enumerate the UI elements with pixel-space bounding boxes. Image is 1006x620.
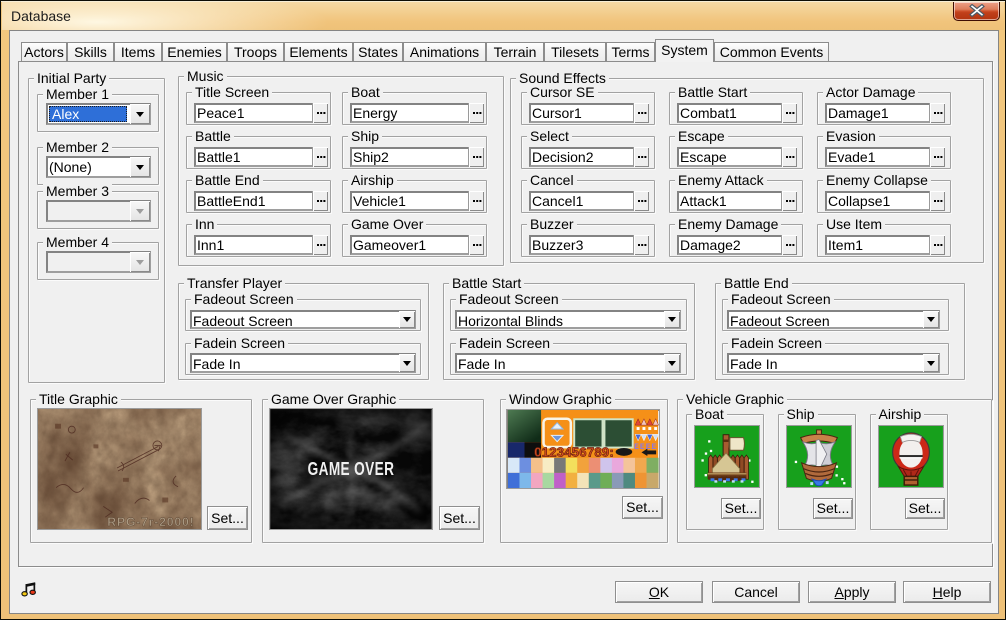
svg-text:E: E xyxy=(634,444,639,452)
svg-text:0123456789:: 0123456789: xyxy=(534,444,614,459)
svg-text:GAME OVER: GAME OVER xyxy=(308,459,395,479)
svg-text:RPG-7r-2000!: RPG-7r-2000! xyxy=(107,515,194,529)
